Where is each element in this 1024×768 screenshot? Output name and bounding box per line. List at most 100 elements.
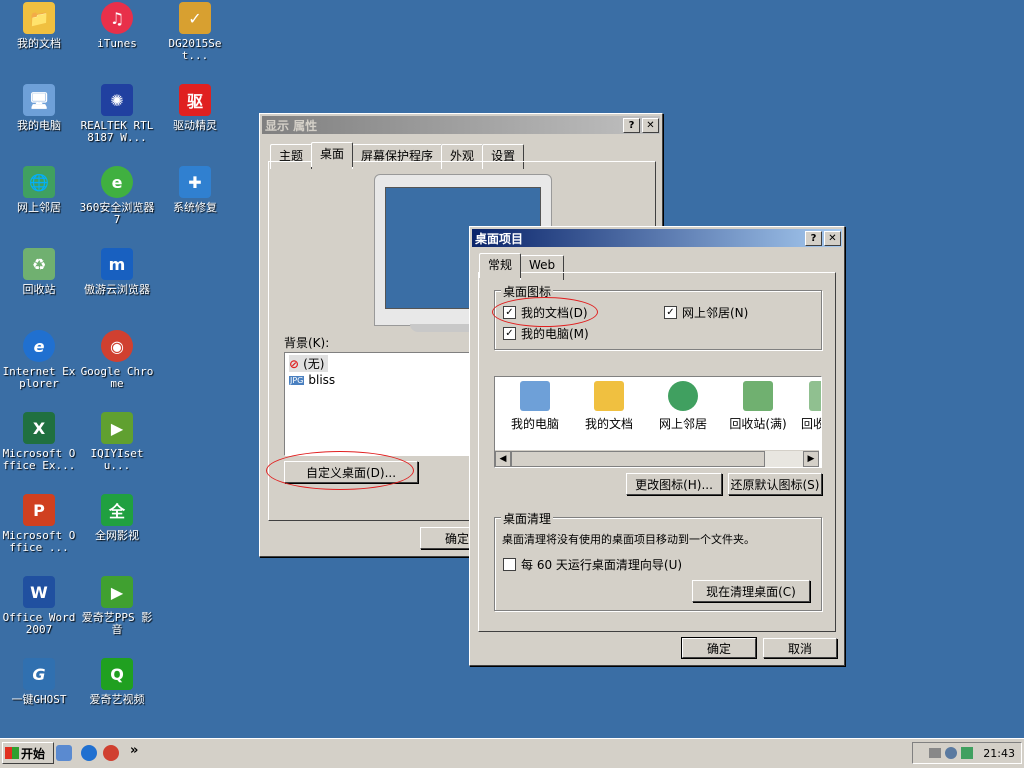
desktop-icon-excel[interactable]: X Microsoft Office Ex... [0,412,78,472]
start-button[interactable]: 开始 [2,742,54,764]
scroll-thumb[interactable] [511,451,765,467]
desktop-icon-360-browser[interactable]: e 360安全浏览器7 [78,166,156,226]
desktop-icon-label: Internet Explorer [2,365,76,390]
desktop-icon-iqiyi[interactable]: Q 爱奇艺视频 [78,658,156,706]
desktop-icon-powerpoint[interactable]: P Microsoft Office ... [0,494,78,554]
cancel-button[interactable]: 取消 [763,638,837,658]
preview-recycle-bin-full[interactable]: 回收站(满) [725,381,791,432]
preview-network-places[interactable]: 网上邻居 [653,381,713,432]
clean-desktop-now-button[interactable]: 现在清理桌面(C) [692,580,810,602]
desktop-icon-label: Google Chrome [80,365,154,390]
horizontal-scrollbar[interactable]: ◀ ▶ [495,450,819,467]
security-icon[interactable] [945,747,958,759]
help-button[interactable]: ? [623,117,640,133]
quanwang-video-icon: 全 [101,494,133,526]
realtek-icon: ✺ [101,84,133,116]
scroll-right-arrow[interactable]: ▶ [803,451,819,467]
ghost-icon: G [23,658,55,690]
computer-icon: 🖥 [23,84,55,116]
desktop-icon-google-chrome[interactable]: ◉ Google Chrome [78,330,156,390]
recycle-bin-full-icon [743,381,773,411]
preview-my-documents[interactable]: 我的文档 [579,381,639,432]
ie-icon: e [23,330,55,362]
list-item-label: bliss [308,373,336,387]
desktop-icon-label: Microsoft Office ... [2,529,76,554]
desktop-icon-network-places[interactable]: 🌐 网上邻居 [0,166,78,214]
scroll-left-arrow[interactable]: ◀ [495,451,511,467]
network-tray-icon[interactable] [961,747,974,759]
desktop-icon-label: 网上邻居 [17,201,61,214]
clock[interactable]: 21:43 [983,747,1015,760]
checkbox-unchecked [503,558,516,571]
desktop-icon-ghost[interactable]: G 一键GHOST [0,658,78,706]
restore-default-button[interactable]: 还原默认图标(S) [728,473,822,495]
desktop-items-titlebar[interactable]: 桌面项目 ? ✕ [472,229,842,247]
close-button[interactable]: ✕ [824,230,841,246]
list-item-bliss[interactable]: JPG bliss [289,373,335,387]
desktop-icon-system-repair[interactable]: ✚ 系统修复 [156,166,234,214]
network-icon [668,381,698,411]
desktop-icon-label: IQIYIsetu... [90,447,144,472]
my-computer-checkbox[interactable]: ✓ 我的电脑(M) [503,325,589,342]
desktop-icon-maxthon[interactable]: m 傲游云浏览器 [78,248,156,296]
preview-recycle-bin-empty[interactable]: 回收 [801,381,821,432]
desktop-icon-itunes[interactable]: ♫ iTunes [78,2,156,50]
desktop-icon-my-computer[interactable]: 🖥 我的电脑 [0,84,78,132]
desktop-icon-recycle-bin[interactable]: ♻ 回收站 [0,248,78,296]
network-icon: 🌐 [23,166,55,198]
preview-label: 回收 [801,417,821,431]
desktop-icon-word[interactable]: W Office Word 2007 [0,576,78,636]
start-label: 开始 [21,746,46,761]
help-button[interactable]: ? [805,230,822,246]
icon-preview-list[interactable]: 我的电脑 我的文档 网上邻居 回收站(满) 回收 ◀ ▶ [494,376,822,468]
network-places-checkbox[interactable]: ✓ 网上邻居(N) [664,304,748,321]
group-label: 桌面清理 [501,510,554,527]
desktop-icon-label: 爱奇艺视频 [89,693,145,706]
desktop-icon-label: 全网影视 [95,529,139,542]
ok-button[interactable]: 确定 [681,637,757,659]
show-desktop-icon[interactable] [56,745,72,761]
desktop: 📁 我的文档 ♫ iTunes ✓ DG2015Set... 🖥 我的电脑 ✺ … [0,0,1024,738]
desktop-icon-pps[interactable]: ▶ 爱奇艺PPS 影音 [78,576,156,636]
system-tray: 21:43 [912,742,1022,764]
change-icon-button[interactable]: 更改图标(H)... [626,473,722,495]
tab-desktop[interactable]: 桌面 [311,142,354,167]
ie-quicklaunch-icon[interactable] [81,745,97,761]
system-repair-icon: ✚ [179,166,211,198]
recycle-bin-icon: ♻ [23,248,55,280]
display-properties-titlebar[interactable]: 显示 属性 ? ✕ [262,116,660,134]
computer-icon [520,381,550,411]
background-list[interactable]: ⊘ (无) JPG bliss [284,352,476,456]
preview-label: 我的电脑 [510,417,559,431]
desktop-icon-internet-explorer[interactable]: e Internet Explorer [0,330,78,390]
word-icon: W [23,576,55,608]
desktop-icon-my-documents[interactable]: 📁 我的文档 [0,2,78,50]
checkbox-checked: ✓ [503,327,516,340]
desktop-icon-quanwang[interactable]: 全 全网影视 [78,494,156,542]
quicklaunch-more-icon[interactable]: » [130,743,138,758]
desktop-icon-dg2015[interactable]: ✓ DG2015Set... [156,2,234,62]
close-button[interactable]: ✕ [642,117,659,133]
list-item-none[interactable]: ⊘ (无) [289,355,329,372]
list-item-label: (无) [303,357,325,371]
iqiyi-icon: Q [101,658,133,690]
window-title: 显示 属性 [265,118,318,133]
chrome-icon: ◉ [101,330,133,362]
browser-360-icon: e [101,166,133,198]
desktop-icon-label: DG2015Set... [168,37,222,62]
keyboard-icon[interactable] [929,748,942,758]
folder-icon: 📁 [23,2,55,34]
chrome-quicklaunch-icon[interactable] [103,745,119,761]
desktop-icon-label: 爱奇艺PPS 影音 [81,611,153,636]
maxthon-icon: m [101,248,133,280]
preview-my-computer[interactable]: 我的电脑 [505,381,565,432]
desktop-icon-iqiyi-setup[interactable]: ▶ IQIYIsetu... [78,412,156,472]
tab-general[interactable]: 常规 [479,253,522,278]
dialog-title: 桌面项目 [475,231,524,246]
iqiyi-setup-icon: ▶ [101,412,133,444]
desktop-icon-driver-genius[interactable]: 驱 驱动精灵 [156,84,234,132]
cleanup-every-60-days-checkbox[interactable]: 每 60 天运行桌面清理向导(U) [503,556,682,573]
checkbox-checked: ✓ [664,306,677,319]
desktop-icon-realtek[interactable]: ✺ REALTEK RTL8187 W... [78,84,156,144]
no-sign-icon: ⊘ [289,356,300,371]
